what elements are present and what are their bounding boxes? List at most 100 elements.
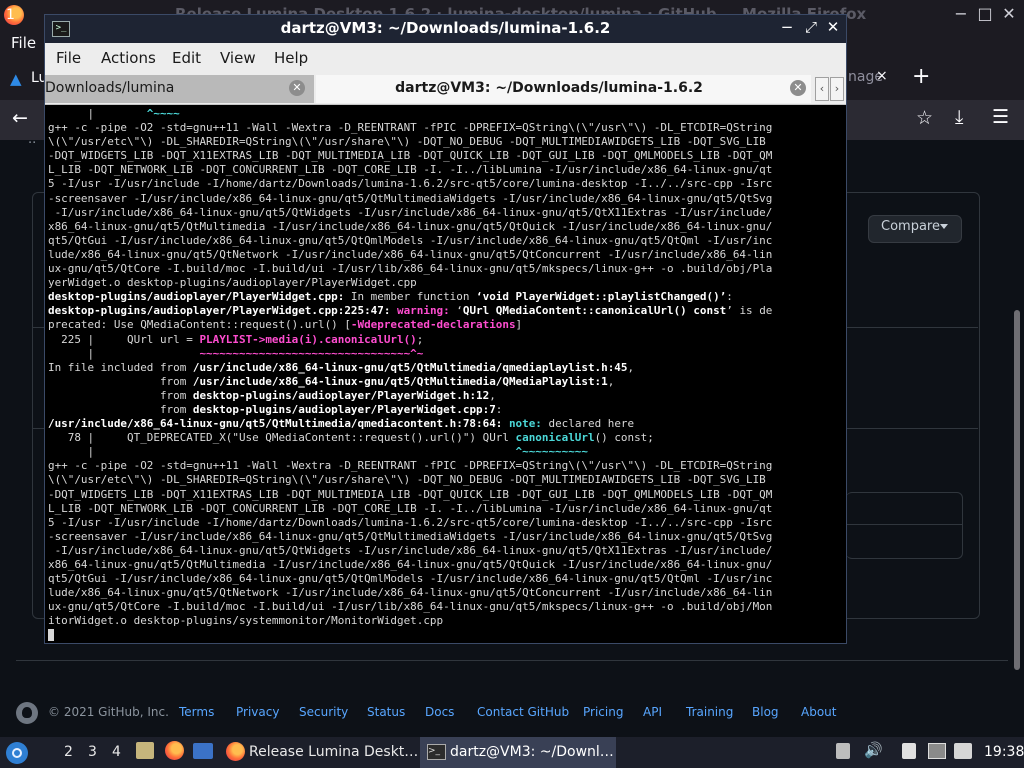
terminal-line: ux-gnu/qt5/QtCore -I.build/moc -I.build/… [48,262,838,276]
file-manager-icon[interactable] [136,742,154,759]
footer-link-training[interactable]: Training [686,705,733,719]
terminal-text: /usr/include/x86_64-linux-gnu/qt5/QtMult… [48,417,503,431]
terminal-text: QUrl QMediaContent::canonicalUrl() const [462,304,727,318]
footer-link-docs[interactable]: Docs [425,705,454,719]
footer-link-terms[interactable]: Terms [179,705,214,719]
menu-edit[interactable]: Edit [172,49,201,67]
workspace-4[interactable]: 4 [112,744,121,760]
terminal-output[interactable]: | ^~~~~ g++ -c -pipe -O2 -std=gnu++11 -Wa… [48,107,838,642]
terminal-tab-active[interactable]: dartz@VM3: ~/Downloads/lumina-1.6.2 ✕ [316,75,811,103]
divider [846,524,962,525]
terminal-text: desktop-plugins/audioplayer/PlayerWidget… [48,290,345,304]
terminal-line: \(\"/usr/etc\"\) -DL_SHAREDIR=QString\(\… [48,135,838,149]
chevron-down-icon [940,224,948,229]
terminal-icon: >_ [427,744,446,760]
menu-file[interactable]: File [56,49,81,67]
back-arrow-icon[interactable]: ← [12,107,28,129]
terminal-text: () const; [594,431,654,445]
terminal-text: ~~~~~~~~~~~~~~~~~~~~~~~~~~~~~~~~^~ [199,346,424,360]
clipboard-tray-icon[interactable] [836,743,850,759]
terminal-text: precated: Use QMediaContent::request().u… [48,318,351,332]
terminal-line: -I/usr/include/x86_64-linux-gnu/qt5/QtWi… [48,544,838,558]
footer-link-privacy[interactable]: Privacy [236,705,279,719]
workspace-2[interactable]: 2 [64,744,73,760]
close-icon[interactable]: ✕ [823,18,843,36]
compare-button[interactable]: Compare [868,215,962,243]
display-tray-icon[interactable] [954,743,972,759]
terminal-line: desktop-plugins/audioplayer/PlayerWidget… [48,290,838,304]
bookmark-star-icon[interactable]: ☆ [916,107,933,129]
hamburger-menu-icon[interactable]: ☰ [992,106,1009,128]
terminal-cursor [48,629,54,642]
minimize-icon[interactable]: − [777,18,797,36]
footer-link-pricing[interactable]: Pricing [583,705,623,719]
terminal-text: \(\"/usr/etc\"\) -DL_SHAREDIR=QString\(\… [48,473,766,487]
tab-close-icon[interactable]: ✕ [790,80,806,96]
menu-actions[interactable]: Actions [101,49,156,67]
tab-close-icon[interactable]: × [876,68,888,84]
terminal-text: from [48,388,193,402]
terminal-text: declared here [541,417,635,431]
close-icon[interactable]: ✕ [998,4,1020,23]
start-menu-icon[interactable] [6,742,28,764]
terminal-text: 78 | QT_DEPRECATED_X("Use QMediaContent:… [48,431,516,445]
terminal-line: | ^~~~~~~~~~~ [48,445,838,459]
notes-tray-icon[interactable] [902,743,916,759]
firefox-tab-github[interactable]: ▲ Lu [0,62,47,96]
volume-icon[interactable]: 🔊 [864,741,883,759]
terminal-text: : [726,290,733,304]
footer-link-about[interactable]: About [801,705,836,719]
terminal-launcher-icon[interactable] [193,743,213,759]
terminal-tab[interactable]: Downloads/lumina ✕ [45,75,314,103]
footer-link-contact[interactable]: Contact GitHub [477,705,569,719]
terminal-window-title: dartz@VM3: ~/Downloads/lumina-1.6.2 [280,19,611,37]
copyright: © 2021 GitHub, Inc. [48,705,169,719]
terminal-line: -DQT_WIDGETS_LIB -DQT_X11EXTRAS_LIB -DQT… [48,488,838,502]
tab-scroll-left-icon[interactable]: ‹ [815,77,829,101]
network-tray-icon[interactable] [928,743,946,759]
clock[interactable]: 19:38 [984,744,1024,760]
menu-view[interactable]: View [220,49,256,67]
terminal-line: from /usr/include/x86_64-linux-gnu/qt5/Q… [48,375,838,389]
terminal-line: L_LIB -DQT_NETWORK_LIB -DQT_CONCURRENT_L… [48,502,838,516]
footer-link-security[interactable]: Security [299,705,348,719]
terminal-prompt-line [48,628,838,642]
footer-link-api[interactable]: API [643,705,662,719]
firefox-launcher-icon[interactable] [165,741,184,760]
terminal-line: | ^~~~~ [48,107,838,121]
terminal-text: ^~~~~ [146,107,180,120]
firefox-scrollbar[interactable] [1014,310,1020,670]
terminal-text: ] [515,318,523,332]
maximize-icon[interactable]: ⤢ [801,18,821,36]
terminal-line: L_LIB -DQT_NETWORK_LIB -DQT_CONCURRENT_L… [48,163,838,177]
taskbar-task-firefox[interactable]: Release Lumina Deskt… [222,737,418,768]
workspace-3[interactable]: 3 [88,744,97,760]
maximize-icon[interactable]: □ [974,4,996,23]
terminal-line: -DQT_WIDGETS_LIB -DQT_X11EXTRAS_LIB -DQT… [48,149,838,163]
tab-scroll-right-icon[interactable]: › [830,77,844,101]
terminal-text: , [489,388,496,402]
firefox-menu-file[interactable]: File [11,34,36,52]
terminal-text: -I/usr/include/x86_64-linux-gnu/qt5/QtWi… [48,543,773,557]
new-tab-button[interactable]: + [912,64,930,89]
terminal-text: -screensaver -I/usr/include/x86_64-linux… [48,529,773,543]
terminal-menubar: File Actions Edit View Help [45,43,846,72]
taskbar-task-terminal[interactable]: >_ dartz@VM3: ~/Downl… [420,737,616,768]
terminal-titlebar[interactable]: >_ dartz@VM3: ~/Downloads/lumina-1.6.2 −… [45,15,846,43]
terminal-text: ^~~~~~~~~~~ [515,445,588,459]
footer-divider [16,660,1008,661]
terminal-text: lude/x86_64-linux-gnu/qt5/QtNetwork -I/u… [48,586,773,600]
tab-close-icon[interactable]: ✕ [289,80,305,96]
download-icon[interactable]: ⤓ [955,106,963,128]
terminal-text: qt5/QtGui -I/usr/include/x86_64-linux-gn… [48,572,773,586]
minimize-icon[interactable]: − [950,4,972,23]
terminal-line: ux-gnu/qt5/QtCore -I.build/moc -I.build/… [48,600,838,614]
terminal-tab-label: Downloads/lumina [45,80,175,96]
footer-link-blog[interactable]: Blog [752,705,779,719]
terminal-text: -DQT_WIDGETS_LIB -DQT_X11EXTRAS_LIB -DQT… [48,487,773,501]
footer-link-status[interactable]: Status [367,705,405,719]
terminal-line: x86_64-linux-gnu/qt5/QtMultimedia -I/usr… [48,558,838,572]
github-logo-icon[interactable] [16,702,38,724]
menu-help[interactable]: Help [274,49,308,67]
